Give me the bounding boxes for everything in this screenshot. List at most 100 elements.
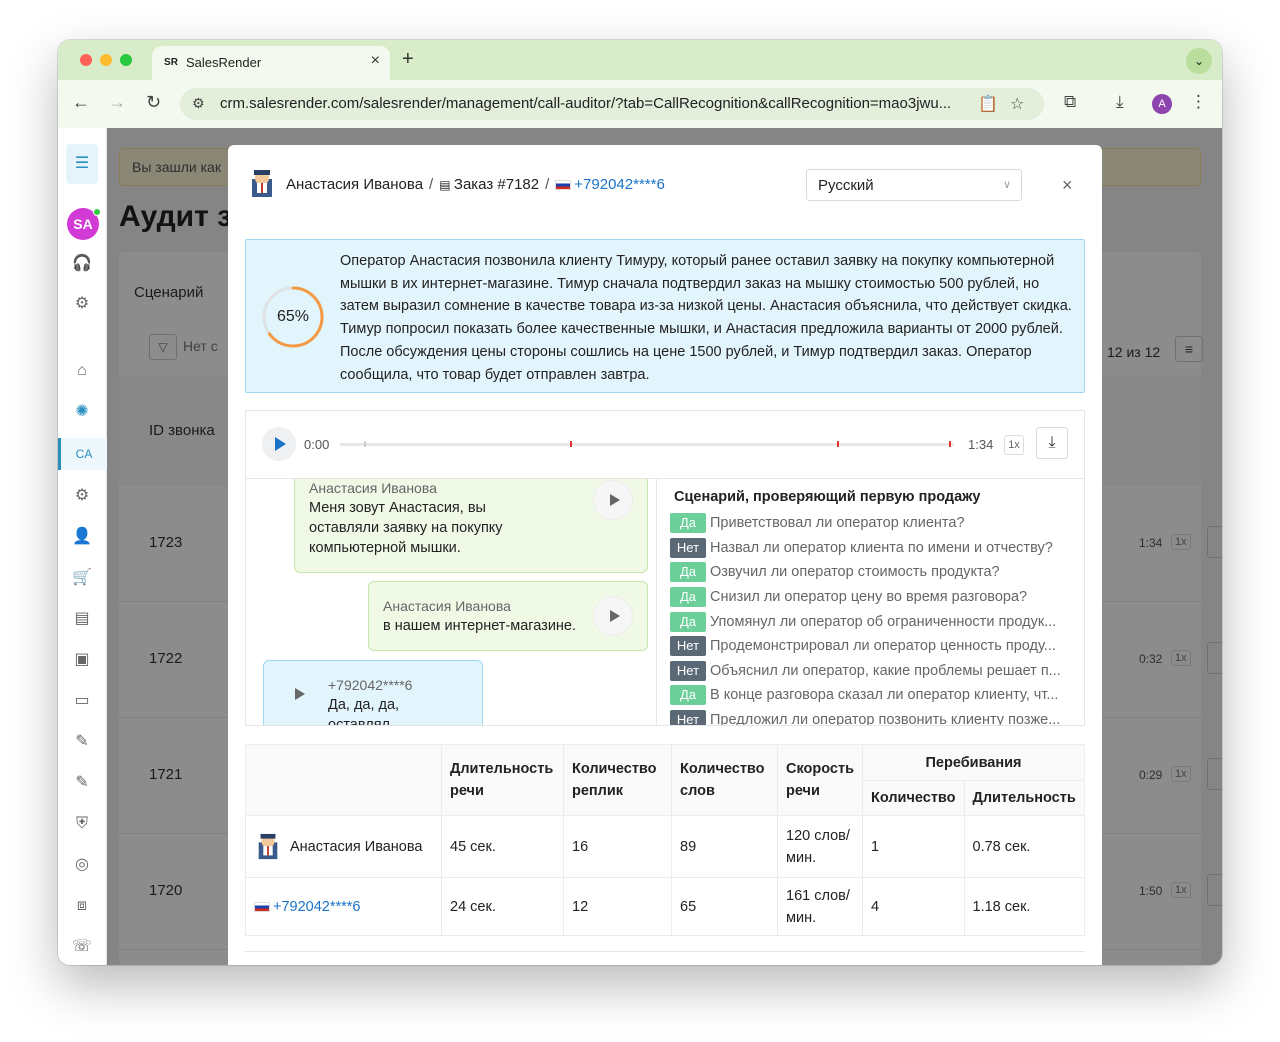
site-settings-icon[interactable]: ⚙: [192, 95, 205, 112]
checklist-question: Продемонстрировал ли оператор ценность п…: [710, 638, 1056, 654]
transcript-area: Анастасия Иванова Меня зовут Анастасия, …: [245, 478, 1085, 726]
script-checklist[interactable]: Сценарий, проверяющий первую продажу Да П…: [658, 479, 1084, 726]
tab-search-chevron-icon[interactable]: ⌄: [1186, 48, 1212, 74]
breadcrumb-separator: /: [429, 176, 434, 193]
participant-phone[interactable]: +792042****6: [273, 899, 361, 915]
answer-badge: Нет: [670, 538, 706, 558]
stats-header-interruptions: Перебивания: [862, 744, 1085, 781]
checklist-item: Да Озвучил ли оператор стоимость продукта…: [670, 562, 1080, 584]
interruption-duration-cell: 0.78 сек.: [963, 815, 1086, 878]
checklist-question: Снизил ли оператор цену во время разгово…: [710, 589, 1028, 605]
reload-icon[interactable]: ↻: [146, 92, 161, 113]
client-phone[interactable]: +792042****6: [574, 176, 665, 193]
plugins-icon[interactable]: ⧈: [66, 890, 98, 922]
user-icon[interactable]: 👤: [66, 521, 98, 553]
message-play-icon[interactable]: [290, 685, 310, 705]
message-operator: Анастасия Иванова в нашем интернет-магаз…: [368, 581, 648, 651]
downloads-icon[interactable]: ⤓: [1116, 92, 1124, 112]
shield-icon[interactable]: ⛨: [66, 808, 98, 840]
browser-toolbar: ← → ↻ ⚙ crm.salesrender.com/salesrender/…: [58, 80, 1222, 128]
total-time: 1:34: [968, 437, 994, 452]
script-title: Сценарий, проверяющий первую продажу: [674, 489, 981, 505]
tab-close-icon[interactable]: ×: [371, 52, 380, 70]
timeline-marker: [364, 441, 366, 447]
breadcrumb: Анастасия Иванова / ▤ Заказ #7182 / +792042*…: [286, 176, 665, 193]
checklist-item: Да В конце разговора сказал ли оператор к…: [670, 685, 1080, 707]
answer-badge: Нет: [670, 636, 706, 656]
maximize-window-button[interactable]: [120, 54, 132, 66]
interruption-duration-cell: 1.18 сек.: [963, 877, 1086, 936]
browser-menu-icon[interactable]: ⋮: [1190, 92, 1207, 112]
download-icon[interactable]: ⤓: [1036, 427, 1068, 459]
interruption-count-cell: 4: [862, 877, 965, 936]
checklist-item: Нет Предложил ли оператор позвонить клиен…: [670, 710, 1080, 726]
new-tab-icon[interactable]: +: [402, 48, 414, 71]
current-time: 0:00: [304, 437, 330, 452]
russia-flag-icon: [555, 180, 572, 190]
words-cell: 65: [671, 877, 778, 936]
message-play-icon[interactable]: [593, 596, 633, 636]
tab-bar: SR SalesRender × + ⌄: [58, 40, 1222, 80]
edit-icon[interactable]: ✎: [66, 726, 98, 758]
answer-badge: Да: [670, 562, 706, 582]
profile-avatar[interactable]: A: [1152, 94, 1172, 114]
menu-toggle-icon[interactable]: ☰: [66, 144, 98, 184]
audio-timeline[interactable]: [340, 441, 954, 447]
minimize-window-button[interactable]: [100, 54, 112, 66]
chevron-down-icon: ∨: [1002, 179, 1011, 191]
checklist-item: Нет Продемонстрировал ли оператор ценност…: [670, 636, 1080, 658]
store-icon[interactable]: ▤: [66, 603, 98, 635]
folder-icon[interactable]: ▭: [66, 685, 98, 717]
participant-cell: +792042****6: [245, 877, 442, 936]
order-link[interactable]: Заказ #7182: [454, 176, 539, 193]
checklist-item: Нет Назвал ли оператор клиента по имени и…: [670, 538, 1080, 560]
operator-avatar-icon: [252, 170, 272, 197]
headset-icon[interactable]: 🎧: [66, 248, 98, 280]
address-bar[interactable]: ⚙ crm.salesrender.com/salesrender/manage…: [180, 88, 1044, 120]
address-url[interactable]: crm.salesrender.com/salesrender/manageme…: [220, 95, 980, 112]
gear-icon[interactable]: ⚙: [66, 288, 98, 320]
checklist-question: Упомянул ли оператор об ограниченности п…: [710, 614, 1057, 630]
forward-arrow-icon[interactable]: →: [108, 92, 126, 113]
message-client: +792042****6 Да, да, да, оставлял.: [263, 660, 483, 725]
speech-duration-cell: 24 сек.: [441, 877, 564, 936]
participant-name: Анастасия Иванова: [290, 838, 423, 855]
money-icon[interactable]: ▣: [66, 644, 98, 676]
edit-note-icon[interactable]: ✎: [66, 767, 98, 799]
words-cell: 89: [671, 815, 778, 878]
target-icon[interactable]: ◎: [66, 849, 98, 881]
salesrender-favicon-icon: SR: [164, 57, 178, 68]
back-arrow-icon[interactable]: ←: [72, 92, 90, 113]
stats-header-speech-duration: Длительность речи: [441, 744, 564, 816]
checklist-question: Предложил ли оператор позвонить клиенту …: [710, 712, 1061, 726]
browser-tab[interactable]: SR SalesRender ×: [152, 46, 390, 80]
bookmark-star-icon[interactable]: ☆: [1010, 94, 1024, 114]
cart-icon[interactable]: 🛒: [66, 562, 98, 594]
play-icon[interactable]: [262, 427, 296, 461]
transcript-column[interactable]: Анастасия Иванова Меня зовут Анастасия, …: [246, 479, 657, 725]
phone-waves-icon[interactable]: ☏: [66, 931, 98, 963]
message-play-icon[interactable]: [593, 480, 633, 520]
operator-name[interactable]: Анастасия Иванова: [286, 176, 423, 193]
close-window-button[interactable]: [80, 54, 92, 66]
brain-icon[interactable]: ✺: [66, 396, 98, 428]
sidebar-item-call-auditor[interactable]: CA: [58, 438, 107, 470]
checklist-item: Нет Объяснил ли оператор, какие проблемы …: [670, 661, 1080, 683]
settings-cog-icon[interactable]: ⚙: [66, 480, 98, 512]
extensions-puzzle-icon[interactable]: ⧉: [1064, 92, 1076, 112]
interruption-marker: [570, 441, 572, 447]
playback-speed-button[interactable]: 1x: [1004, 435, 1024, 455]
speech-rate-cell: 120 слов/мин.: [777, 815, 863, 878]
table-row: Анастасия Иванова 45 сек. 16 89 120 слов…: [245, 815, 1086, 878]
checklist-question: В конце разговора сказал ли оператор кли…: [710, 687, 1059, 703]
speech-duration-cell: 45 сек.: [441, 815, 564, 878]
clipboard-icon[interactable]: 📋: [978, 94, 998, 114]
checklist-question: Назвал ли оператор клиента по имени и от…: [710, 540, 1053, 556]
checklist-question: Приветствовал ли оператор клиента?: [710, 515, 965, 531]
answer-badge: Да: [670, 587, 706, 607]
close-icon[interactable]: ×: [1062, 175, 1073, 196]
language-select[interactable]: Русский ∨: [806, 169, 1022, 201]
interruption-marker: [949, 441, 951, 447]
answer-badge: Нет: [670, 710, 706, 725]
home-icon[interactable]: ⌂: [66, 355, 98, 387]
